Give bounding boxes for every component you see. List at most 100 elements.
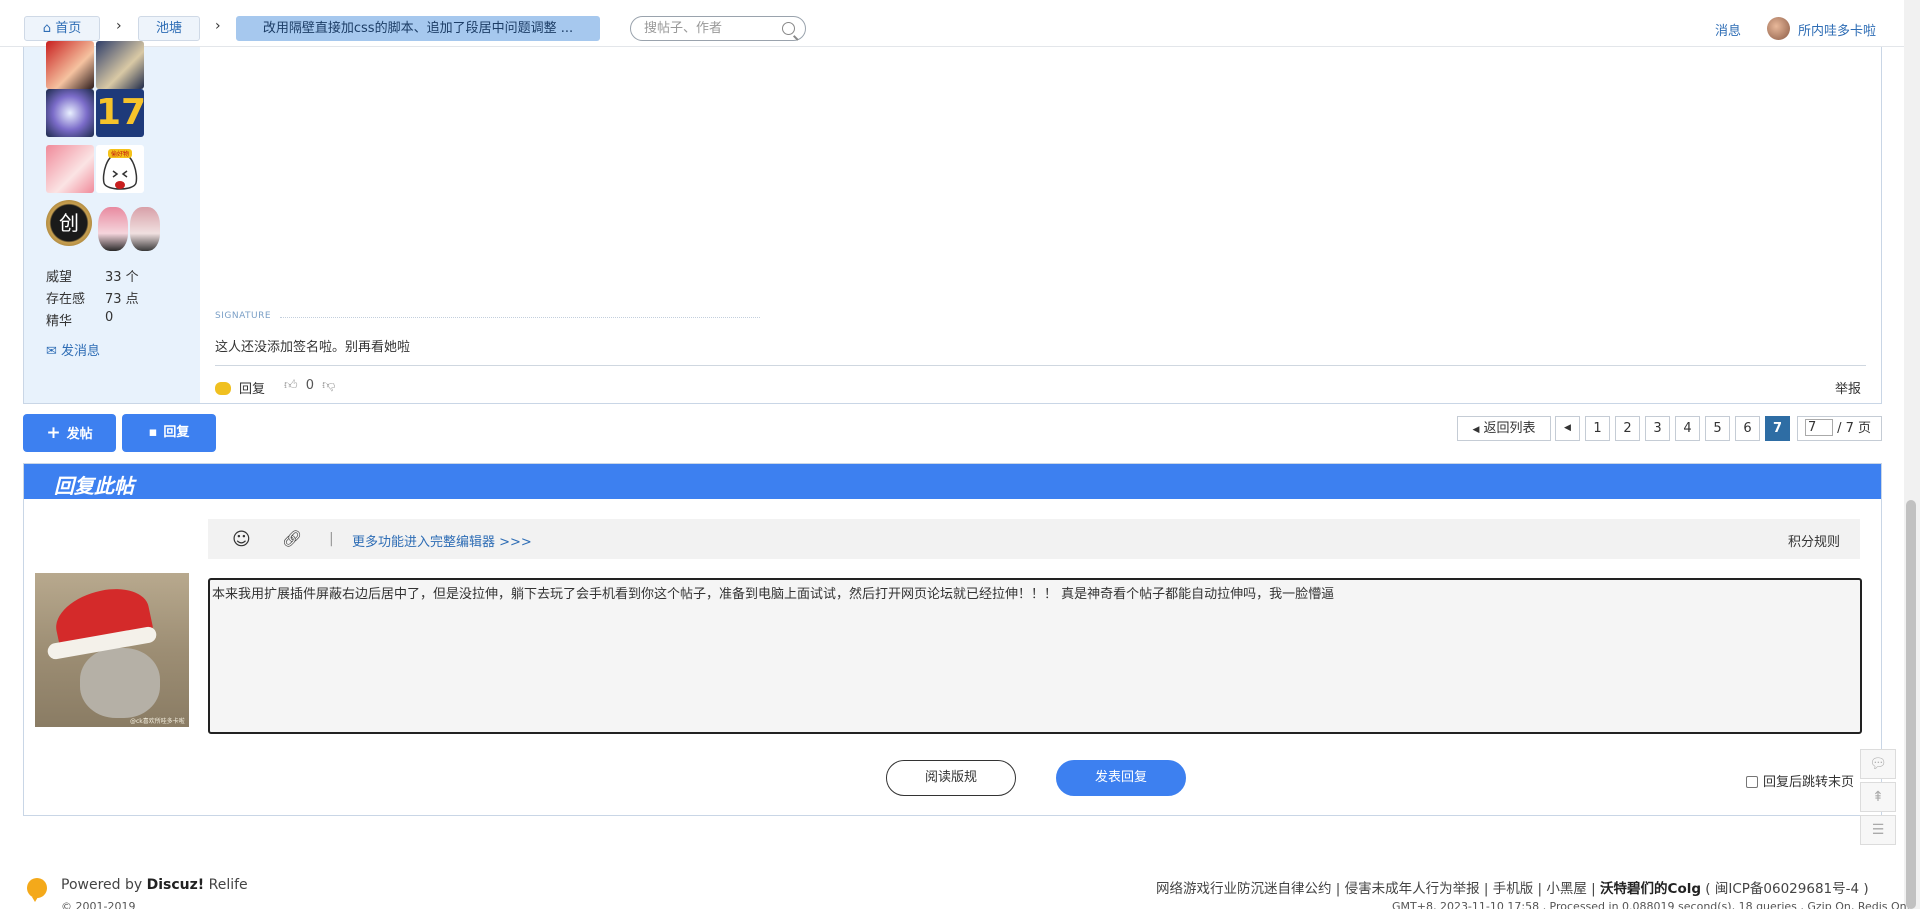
stat-digest: 精华 0 xyxy=(46,310,113,329)
current-page: 7 xyxy=(1765,416,1790,441)
back-to-list-button[interactable]: ◀ 返回列表 xyxy=(1457,416,1551,441)
medal-17-icon[interactable]: 17 xyxy=(96,89,146,137)
signature-label: SIGNATURE xyxy=(215,311,272,321)
report-link[interactable]: 举报 xyxy=(1835,378,1861,397)
post-content: SIGNATURE 这人还没添加签名啦。别再看她啦 回复 👍︎ 0 👎︎ 举报 xyxy=(200,47,1881,403)
thumbs-down-icon[interactable]: 👎︎ xyxy=(322,378,335,393)
new-post-button[interactable]: + 发帖 xyxy=(23,414,116,452)
scrollbar-thumb[interactable] xyxy=(1906,500,1916,909)
chevron-right-icon: › xyxy=(116,18,122,34)
medal-icon[interactable] xyxy=(46,41,94,89)
search-icon[interactable] xyxy=(782,22,795,35)
user-avatar[interactable] xyxy=(1767,17,1790,40)
footer-links-plain[interactable]: 网络游戏行业防沉迷自律公约 | 侵害未成年人行为举报 | 手机版 | 小黑屋 | xyxy=(1156,881,1600,897)
list-icon: ☰ xyxy=(1871,822,1885,838)
search-input[interactable]: 搜帖子、作者 xyxy=(630,16,806,41)
envelope-icon: ✉ xyxy=(46,344,57,359)
link-icon[interactable]: 🔗︎ xyxy=(282,529,302,548)
home-icon: ⌂ xyxy=(42,21,52,36)
new-post-label: 发帖 xyxy=(66,427,93,442)
submit-reply-button[interactable]: 发表回复 xyxy=(1056,760,1186,796)
reply-textarea[interactable]: 本来我用扩展插件屏蔽右边后居中了，但是没拉伸，躺下去玩了会手机看到你这个帖子，准… xyxy=(208,578,1862,734)
icp-license[interactable]: ( 闽ICP备06029681号-4 ) xyxy=(1701,881,1868,897)
stat-label: 威望 xyxy=(46,270,73,285)
medal-icon[interactable] xyxy=(96,41,144,89)
stat-label: 存在感 xyxy=(46,292,86,307)
plus-icon: + xyxy=(46,423,61,443)
thread-list-float-button[interactable]: ☰ xyxy=(1860,815,1896,845)
top-navigation-bar: ⌂ 首页 › 池塘 › 改用隔壁直接加css的脚本、追加了段居中问题调整 ...… xyxy=(0,0,1920,47)
messages-link[interactable]: 消息 xyxy=(1715,20,1741,39)
back-to-top-button[interactable]: ⇞ xyxy=(1860,782,1896,812)
discuz-logo-icon xyxy=(27,878,47,902)
breadcrumb-forum[interactable]: 池塘 xyxy=(138,16,200,41)
total-pages: / 7 页 xyxy=(1837,421,1872,436)
post-container: 17 偷好物 创 威望 33 个 存在感 73 点 精华 0 ✉ 发消息 SIG… xyxy=(23,41,1882,404)
username-link[interactable]: 所内哇多卡啦 xyxy=(1798,20,1876,39)
medal-icon[interactable]: 偷好物 xyxy=(96,145,144,193)
copyright: © 2001-2019 xyxy=(61,900,136,909)
powered-prefix: Powered by xyxy=(61,877,147,893)
stat-value: 0 xyxy=(105,310,114,325)
prev-page-button[interactable]: ◀ xyxy=(1555,416,1580,441)
thumbs-up-icon[interactable]: 👍︎ xyxy=(284,378,298,393)
breadcrumb-home-label: 首页 xyxy=(55,21,82,36)
site-name-link[interactable]: 沃特碧们的Colg xyxy=(1600,881,1701,897)
jump-to-last-label: 回复后跳转末页 xyxy=(1763,775,1855,790)
breadcrumb-current-thread[interactable]: 改用隔壁直接加css的脚本、追加了段居中问题调整 ... xyxy=(236,16,600,41)
send-message-label: 发消息 xyxy=(61,344,101,359)
quick-reply-float-button[interactable]: 💬︎ xyxy=(1860,749,1896,779)
post-actions: 回复 👍︎ 0 👎︎ 举报 xyxy=(215,365,1866,403)
medal-creator-badge-icon[interactable]: 创 xyxy=(46,200,92,246)
jump-to-last-checkbox[interactable] xyxy=(1746,776,1758,788)
page-link[interactable]: 6 xyxy=(1735,416,1760,441)
arrow-up-icon: ⇞ xyxy=(1872,789,1884,805)
jump-to-last-option[interactable]: 回复后跳转末页 xyxy=(1746,771,1854,790)
powered-suffix: Relife xyxy=(204,877,248,893)
page-link[interactable]: 3 xyxy=(1645,416,1670,441)
quick-reply-header: 回复此帖 xyxy=(24,464,1881,499)
character-figure-icon xyxy=(98,207,128,251)
author-sidebar: 17 偷好物 创 威望 33 个 存在感 73 点 精华 0 ✉ 发消息 xyxy=(24,41,200,403)
stat-presence: 存在感 73 点 xyxy=(46,288,139,307)
editor-toolbar: ☺ 🔗︎ | 更多功能进入完整编辑器 >>> 积分规则 xyxy=(208,519,1860,559)
medal-icon[interactable] xyxy=(46,89,94,137)
signature-text: 这人还没添加签名啦。别再看她啦 xyxy=(215,340,411,355)
send-message-link[interactable]: ✉ 发消息 xyxy=(46,340,100,359)
reply-button[interactable]: ▪ 回复 xyxy=(122,414,216,452)
chevron-right-icon: › xyxy=(215,18,221,34)
caret-left-icon: ◀ xyxy=(1564,423,1571,433)
score-rules-link[interactable]: 积分规则 xyxy=(1788,531,1840,550)
page-link[interactable]: 1 xyxy=(1585,416,1610,441)
page-number-input[interactable]: 7 xyxy=(1805,419,1833,436)
page-link[interactable]: 5 xyxy=(1705,416,1730,441)
footer-links: 网络游戏行业防沉迷自律公约 | 侵害未成年人行为举报 | 手机版 | 小黑屋 |… xyxy=(1156,877,1869,897)
rice-ball-icon: 偷好物 xyxy=(102,149,138,190)
svg-text:偷好物: 偷好物 xyxy=(111,150,129,158)
read-rules-button[interactable]: 阅读版规 xyxy=(886,760,1016,796)
server-info: GMT+8, 2023-11-10 17:58 , Processed in 0… xyxy=(1392,900,1911,909)
like-count: 0 xyxy=(305,378,315,393)
toolbar-divider: | xyxy=(329,531,334,547)
quick-reply-panel: 回复此帖 ☺ 🔗︎ | 更多功能进入完整编辑器 >>> 积分规则 @ck喜欢所哇… xyxy=(23,463,1882,816)
stat-label: 精华 xyxy=(46,314,73,329)
post-rating: 👍︎ 0 👎︎ xyxy=(284,378,335,393)
powered-brand[interactable]: Discuz! xyxy=(147,877,205,893)
cat-face xyxy=(80,648,160,718)
page-link[interactable]: 2 xyxy=(1615,416,1640,441)
emoji-icon[interactable]: ☺ xyxy=(232,529,251,550)
quick-reply-title: 回复此帖 xyxy=(54,474,134,498)
medal-icon[interactable] xyxy=(46,145,94,193)
speech-bubble-icon xyxy=(215,382,231,395)
reply-label: 回复 xyxy=(163,425,190,440)
search-placeholder: 搜帖子、作者 xyxy=(644,21,723,36)
page-link[interactable]: 4 xyxy=(1675,416,1700,441)
breadcrumb-home[interactable]: ⌂ 首页 xyxy=(24,16,100,41)
avatar-caption: @ck喜欢所哇多卡啦 xyxy=(130,718,185,725)
user-avatar-image: @ck喜欢所哇多卡啦 xyxy=(35,573,189,727)
powered-by: Powered by Discuz! Relife xyxy=(61,877,248,893)
caret-left-icon: ◀ xyxy=(1472,425,1480,435)
full-editor-link[interactable]: 更多功能进入完整编辑器 >>> xyxy=(352,531,532,550)
post-reply-button[interactable]: 回复 xyxy=(215,378,265,397)
back-to-list-label: 返回列表 xyxy=(1483,421,1536,436)
